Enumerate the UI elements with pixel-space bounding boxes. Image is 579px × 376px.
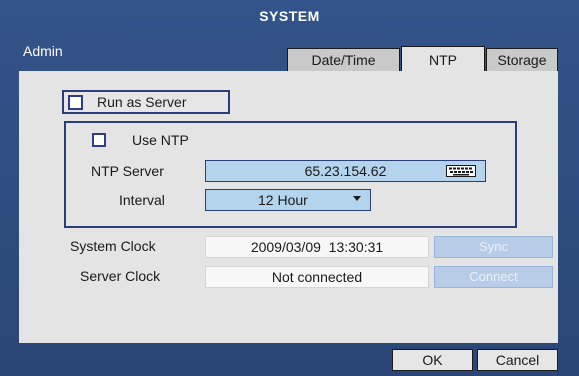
- dropdown-arrow-icon[interactable]: [353, 196, 361, 201]
- connect-button[interactable]: Connect: [434, 266, 553, 288]
- use-ntp-label: Use NTP: [132, 132, 189, 148]
- interval-value: 12 Hour: [258, 192, 308, 208]
- system-clock-label: System Clock: [70, 238, 156, 254]
- run-as-server-toggle[interactable]: Run as Server: [62, 90, 230, 114]
- window-title: SYSTEM: [259, 8, 320, 24]
- sync-button[interactable]: Sync: [434, 236, 553, 258]
- ntp-server-input[interactable]: 65.23.154.62: [205, 160, 486, 182]
- user-label: Admin: [23, 43, 63, 59]
- tab-date-time[interactable]: Date/Time: [287, 48, 400, 71]
- ntp-server-value: 65.23.154.62: [304, 163, 387, 179]
- ok-button[interactable]: OK: [392, 349, 473, 371]
- interval-label: Interval: [119, 192, 165, 208]
- tab-storage[interactable]: Storage: [486, 48, 558, 71]
- run-as-server-checkbox[interactable]: [68, 95, 83, 110]
- server-clock-label: Server Clock: [80, 268, 161, 284]
- keyboard-icon[interactable]: [446, 165, 476, 177]
- run-as-server-label: Run as Server: [97, 94, 187, 110]
- system-window: SYSTEM Admin Date/Time NTP Storage Run a…: [0, 0, 579, 376]
- ntp-panel: Run as Server Use NTP NTP Server 65.23.1…: [19, 71, 558, 343]
- system-clock-value: 2009/03/09 13:30:31: [205, 236, 429, 258]
- server-clock-value: Not connected: [205, 266, 429, 288]
- interval-select[interactable]: 12 Hour: [205, 189, 371, 211]
- cancel-button[interactable]: Cancel: [477, 349, 558, 371]
- tab-ntp[interactable]: NTP: [401, 46, 485, 72]
- ntp-server-label: NTP Server: [91, 163, 164, 179]
- use-ntp-checkbox[interactable]: [92, 133, 106, 147]
